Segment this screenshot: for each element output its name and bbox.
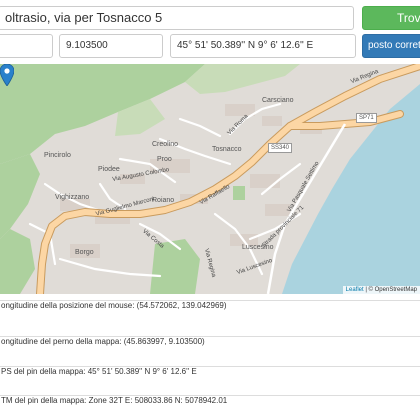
- gps-pin-text: PS del pin della mappa: 45° 51' 50.389''…: [1, 367, 197, 376]
- road-shield-sp71: SP71: [356, 113, 377, 123]
- place-roiano: Roiano: [152, 197, 175, 204]
- map-pin-icon[interactable]: [0, 64, 14, 86]
- place-proo: Proo: [157, 156, 172, 163]
- place-vighizzano: Vighizzano: [55, 194, 90, 201]
- attribution-text: | © OpenStreetMap: [365, 287, 417, 293]
- utm-pin-row: TM del pin della mappa: Zone 32T E: 5080…: [0, 395, 420, 405]
- road-shield-ss340: SS340: [268, 143, 293, 153]
- place-piodee: Piodee: [98, 166, 120, 173]
- leaflet-link[interactable]: Leaflet: [346, 287, 364, 293]
- place-pincirolo: Pincirolo: [44, 152, 71, 159]
- gps-pin-row: PS del pin della mappa: 45° 51' 50.389''…: [0, 366, 420, 376]
- pin-latlng-row: ongitudine del perno della mappa: (45.86…: [0, 336, 420, 346]
- address-input[interactable]: oltrasio, via per Tosnacco 5: [0, 6, 354, 30]
- place-creolino: Creolino: [152, 141, 179, 148]
- place-tosnacco: Tosnacco: [212, 146, 242, 153]
- place-carsciano: Carsciano: [262, 97, 294, 104]
- mouse-position-text: ongitudine della posizione del mouse: (5…: [1, 301, 227, 310]
- pin-latlng-text: ongitudine del perno della mappa: (45.86…: [1, 337, 205, 346]
- place-borgo: Borgo: [75, 249, 94, 256]
- utm-pin-text: TM del pin della mappa: Zone 32T E: 5080…: [1, 396, 228, 405]
- correct-place-button[interactable]: posto corretto v: [362, 34, 420, 58]
- latitude-field[interactable]: [0, 34, 53, 58]
- find-button[interactable]: Trova: [362, 6, 420, 30]
- gps-field[interactable]: 45° 51' 50.389'' N 9° 6' 12.6'' E: [170, 34, 356, 58]
- mouse-position-row: ongitudine della posizione del mouse: (5…: [0, 300, 420, 310]
- longitude-field[interactable]: 9.103500: [59, 34, 163, 58]
- search-bar: oltrasio, via per Tosnacco 5 Trova: [0, 0, 420, 34]
- map-view[interactable]: Carsciano Tosnacco Creolino Proo Piodee …: [0, 64, 420, 294]
- map-attribution: Leaflet | © OpenStreetMap: [342, 286, 420, 294]
- coordinates-row: 9.103500 45° 51' 50.389'' N 9° 6' 12.6''…: [0, 34, 420, 64]
